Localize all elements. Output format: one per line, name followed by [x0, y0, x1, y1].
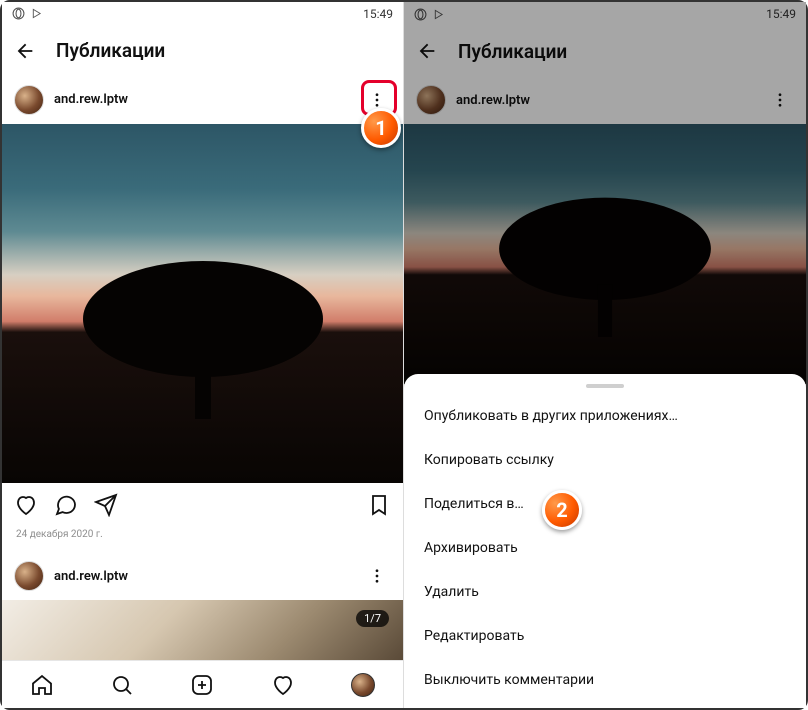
sheet-item-copy-link[interactable]: Копировать ссылку — [404, 438, 806, 482]
post-more-button[interactable] — [766, 86, 794, 114]
comment-icon[interactable] — [54, 493, 78, 517]
sheet-handle[interactable] — [586, 384, 624, 388]
callout-1-badge: 1 — [361, 108, 401, 148]
sheet-item-disable-comments[interactable]: Выключить комментарии — [404, 658, 806, 702]
post-photo[interactable] — [404, 124, 806, 384]
screen-left: 15:49 Публикации and.rew.lptw 24 декабря… — [2, 2, 404, 708]
sheet-item-publish-other-apps[interactable]: Опубликовать в других приложениях… — [404, 394, 806, 438]
sheet-item-edit[interactable]: Редактировать — [404, 614, 806, 658]
tree-silhouette — [485, 187, 725, 337]
page-title: Публикации — [458, 40, 567, 63]
post-username[interactable]: and.rew.lptw — [456, 93, 756, 108]
back-arrow-icon[interactable] — [416, 40, 438, 62]
post2-photo[interactable]: 1/7 — [2, 600, 403, 660]
carousel-count: 1/7 — [356, 610, 389, 627]
back-arrow-icon[interactable] — [14, 40, 36, 62]
status-bar: 15:49 — [2, 2, 403, 26]
play-icon — [31, 8, 42, 19]
page-header: Публикации — [404, 26, 806, 76]
opera-icon — [414, 8, 427, 21]
status-time: 15:49 — [363, 7, 393, 21]
post-date: 24 декабря 2020 г. — [2, 527, 403, 552]
post-photo[interactable] — [2, 124, 403, 483]
bookmark-icon[interactable] — [367, 493, 391, 517]
avatar[interactable] — [416, 85, 446, 115]
home-icon[interactable] — [30, 673, 54, 697]
activity-icon[interactable] — [271, 673, 295, 697]
sheet-item-delete[interactable]: Удалить — [404, 570, 806, 614]
search-icon[interactable] — [110, 673, 134, 697]
screen-right: 15:49 Публикации and.rew.lptw Опубликова… — [404, 2, 806, 708]
profile-nav-avatar[interactable] — [351, 673, 375, 697]
sheet-item-share-to[interactable]: Поделиться в… — [404, 482, 806, 526]
post-header: and.rew.lptw — [2, 76, 403, 124]
post2-header: and.rew.lptw — [2, 552, 403, 600]
tree-silhouette — [73, 249, 333, 419]
post-header: and.rew.lptw — [404, 76, 806, 124]
opera-icon — [12, 7, 25, 20]
callout-2-badge: 2 — [542, 490, 582, 530]
add-icon[interactable] — [190, 673, 214, 697]
page-header: Публикации — [2, 26, 403, 76]
post-actions — [2, 483, 403, 527]
share-icon[interactable] — [94, 493, 118, 517]
post2-more-button[interactable] — [363, 562, 391, 590]
post-username[interactable]: and.rew.lptw — [54, 92, 353, 107]
like-icon[interactable] — [14, 493, 38, 517]
more-vertical-icon — [771, 91, 789, 109]
more-vertical-icon — [368, 91, 386, 109]
more-vertical-icon — [368, 567, 386, 585]
play-icon — [433, 9, 444, 20]
status-time: 15:49 — [766, 7, 796, 21]
bottom-nav — [2, 660, 403, 708]
post2-username[interactable]: and.rew.lptw — [54, 569, 353, 584]
page-title: Публикации — [56, 39, 165, 62]
bottom-sheet: Опубликовать в других приложениях… Копир… — [404, 374, 806, 708]
status-bar: 15:49 — [404, 2, 806, 26]
avatar[interactable] — [14, 561, 44, 591]
avatar[interactable] — [14, 85, 44, 115]
sheet-item-archive[interactable]: Архивировать — [404, 526, 806, 570]
